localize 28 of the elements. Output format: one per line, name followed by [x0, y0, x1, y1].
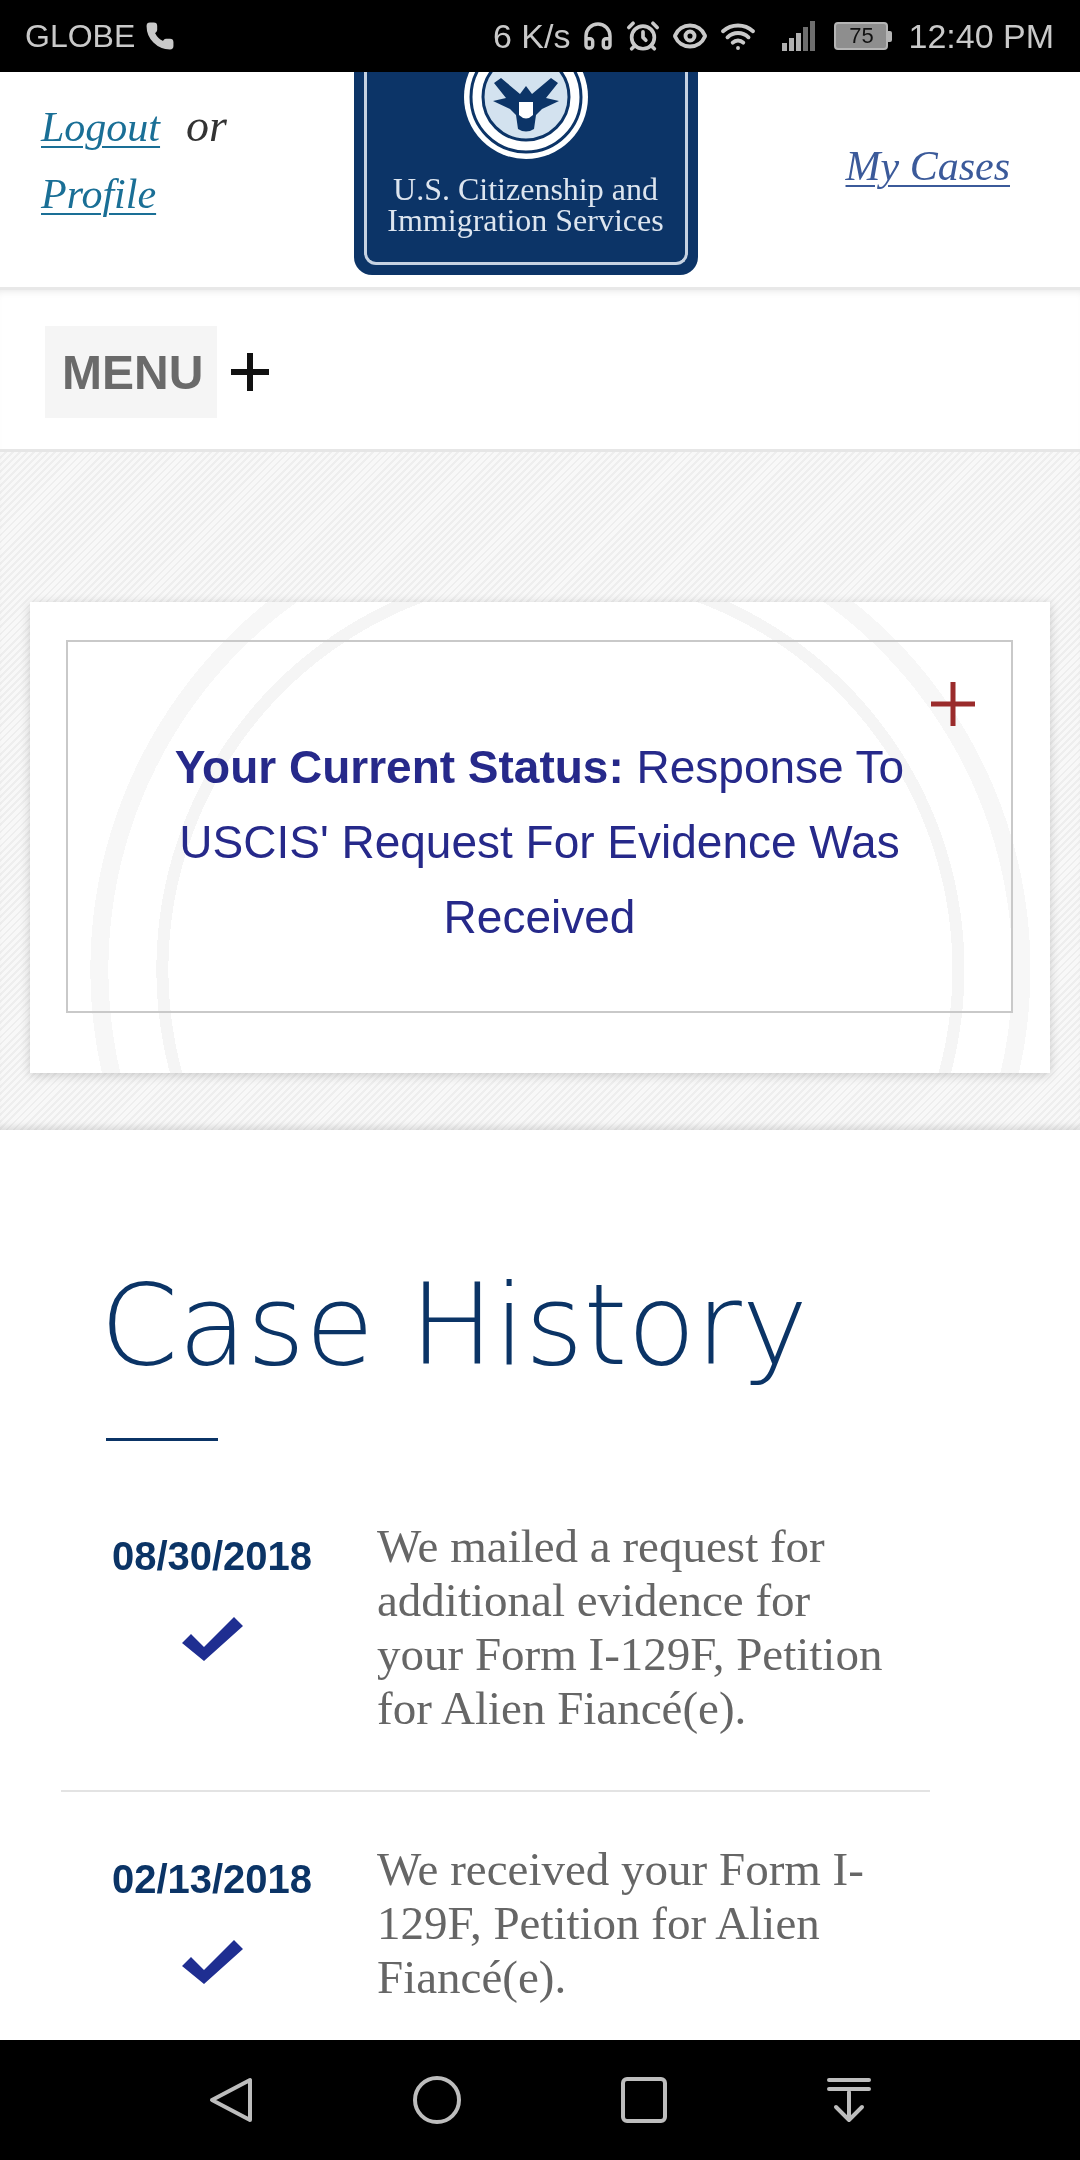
headphones-icon: [582, 20, 615, 52]
home-icon[interactable]: [413, 2076, 461, 2124]
current-status-text: Your Current Status: Response To USCIS' Request For Evidence Was Received: [173, 740, 906, 945]
plus-icon[interactable]: [931, 682, 975, 726]
carrier-text: GLOBE: [25, 20, 136, 52]
phone-icon: [145, 21, 176, 51]
entry-date: 08/30/2018: [111, 1533, 313, 1580]
or-text: or: [186, 99, 227, 153]
my-cases-link[interactable]: My Cases: [845, 142, 1010, 190]
menu-button[interactable]: MENU: [45, 326, 218, 418]
battery-percent-text: 75: [849, 25, 874, 47]
plus-icon[interactable]: [231, 353, 270, 391]
agency-name-text: U.S. Citizenship and Immigration Services: [386, 174, 665, 236]
case-history-heading: Case History: [100, 1260, 809, 1390]
pull-down-arrow-icon[interactable]: [827, 2077, 871, 2123]
signal-icon: [782, 21, 817, 51]
logout-link[interactable]: Logout: [41, 94, 161, 161]
alarm-clock-icon: [626, 19, 661, 53]
back-icon[interactable]: [209, 2077, 253, 2123]
entry-date: 02/13/2018: [111, 1856, 313, 1903]
network-speed-text: 6 K/s: [493, 19, 571, 53]
entry-description: We mailed a request for additional evidence for your Form I-129F, Petition for Alien Fiancé(e).: [377, 1519, 884, 1735]
profile-link[interactable]: Profile: [41, 161, 157, 228]
recent-apps-icon[interactable]: [621, 2077, 667, 2123]
agency-logo[interactable]: U.S. Citizenship and Immigration Services: [353, 72, 698, 275]
entry-description: We received your Form I-129F, Petition for Alien Fiancé(e).: [377, 1842, 865, 2004]
time-text: 12:40 PM: [908, 19, 1054, 53]
eagle-seal-icon: [462, 72, 589, 160]
